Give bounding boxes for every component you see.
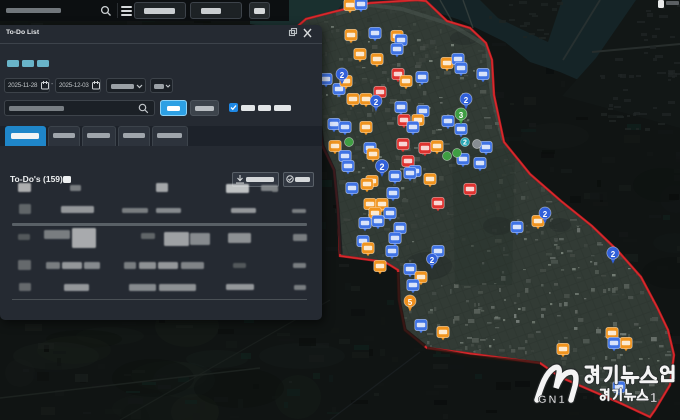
svg-text:2: 2 xyxy=(463,140,467,147)
svg-text:2: 2 xyxy=(430,256,435,265)
svg-text:2: 2 xyxy=(379,162,384,172)
svg-text:5: 5 xyxy=(408,298,413,307)
svg-text:2: 2 xyxy=(611,250,616,259)
svg-text:1: 1 xyxy=(650,390,657,405)
svg-text:2: 2 xyxy=(543,210,548,219)
svg-text:2: 2 xyxy=(464,96,469,105)
svg-text:2: 2 xyxy=(374,98,379,107)
svg-text:2: 2 xyxy=(340,71,345,80)
svg-text:3: 3 xyxy=(459,111,464,120)
svg-text:GN1: GN1 xyxy=(538,394,567,406)
